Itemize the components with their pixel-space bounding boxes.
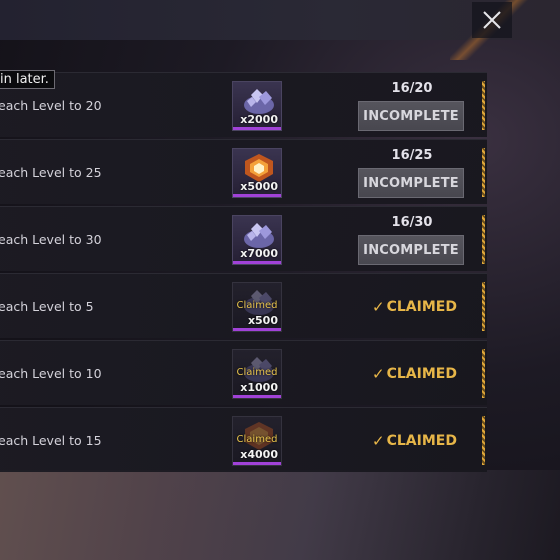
mission-task: each Level to 10 [0, 366, 102, 381]
rarity-bar [233, 194, 281, 197]
reward-quantity: x500 [247, 314, 278, 327]
claimed-label: CLAIMED [386, 432, 457, 449]
checkmark-icon: ✓ [372, 364, 385, 383]
reward-quantity: x7000 [240, 247, 278, 260]
claimed-label: CLAIMED [386, 365, 457, 382]
close-button[interactable] [472, 2, 512, 38]
claimed-status: ✓ CLAIMED [372, 274, 457, 339]
claimed-status: ✓ CLAIMED [372, 341, 457, 406]
reward-slot[interactable]: x2000 [232, 81, 282, 131]
rarity-bar [233, 261, 281, 264]
background-blur [0, 470, 560, 560]
claimed-tag: Claimed [236, 367, 278, 378]
rarity-bar [233, 328, 281, 331]
tooltip: in later. [0, 70, 55, 89]
claimed-tag: Claimed [236, 300, 278, 311]
mission-task: each Level to 15 [0, 433, 102, 448]
rarity-bar [233, 127, 281, 130]
mission-progress: 16/20 [391, 81, 433, 96]
mission-task: each Level to 25 [0, 165, 102, 180]
mission-row: each Level to 30 x7000 16/30 INCOMPLETE [0, 206, 487, 271]
mission-row: each Level to 25 x5000 16/25 INCOMPLETE [0, 139, 487, 204]
incomplete-button[interactable]: INCOMPLETE [358, 101, 464, 131]
mission-progress: 16/30 [391, 215, 433, 230]
reward-slot[interactable]: Claimed x4000 [232, 416, 282, 466]
rarity-bar [233, 395, 281, 398]
reward-slot[interactable]: x7000 [232, 215, 282, 265]
claimed-tag: Claimed [236, 434, 278, 445]
reward-slot[interactable]: Claimed x1000 [232, 349, 282, 399]
claimed-label: CLAIMED [386, 298, 457, 315]
rarity-bar [233, 462, 281, 465]
reward-slot[interactable]: x5000 [232, 148, 282, 198]
mission-row: each Level to 10 Claimed x1000 ✓ CLAIMED [0, 340, 487, 405]
mission-task: each Level to 30 [0, 232, 102, 247]
checkmark-icon: ✓ [372, 297, 385, 316]
mission-row: each Level to 20 x2000 16/20 INCOMPLETE [0, 72, 487, 137]
mission-list: each Level to 20 x2000 16/20 INCOMPLETE … [0, 72, 487, 474]
checkmark-icon: ✓ [372, 431, 385, 450]
reward-quantity: x2000 [240, 113, 278, 126]
reward-quantity: x4000 [240, 448, 278, 461]
incomplete-button[interactable]: INCOMPLETE [358, 168, 464, 198]
reward-quantity: x5000 [240, 180, 278, 193]
mission-task: each Level to 5 [0, 299, 94, 314]
mission-row: each Level to 5 Claimed x500 ✓ CLAIMED [0, 273, 487, 338]
close-icon [483, 11, 501, 29]
mission-progress: 16/25 [391, 148, 433, 163]
reward-quantity: x1000 [240, 381, 278, 394]
reward-slot[interactable]: Claimed x500 [232, 282, 282, 332]
incomplete-button[interactable]: INCOMPLETE [358, 235, 464, 265]
mission-row: each Level to 15 Claimed x4000 ✓ CLAIMED [0, 407, 487, 472]
claimed-status: ✓ CLAIMED [372, 408, 457, 473]
